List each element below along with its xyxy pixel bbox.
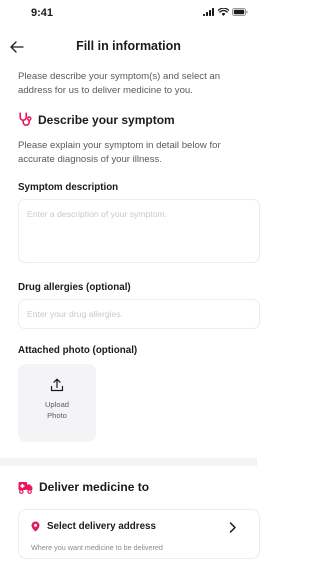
page-title: Fill in information xyxy=(76,39,181,53)
address-row: Select delivery address xyxy=(31,521,156,532)
status-time: 9:41 xyxy=(31,7,54,19)
delivery-section-header: Deliver medicine to xyxy=(18,480,149,494)
wifi-icon xyxy=(218,8,229,16)
symptom-description-label: Symptom description xyxy=(18,182,119,193)
status-bar: 9:41 xyxy=(0,0,257,26)
upload-icon xyxy=(50,378,64,392)
battery-icon xyxy=(232,8,248,16)
header: Fill in information xyxy=(0,34,257,60)
signal-icon xyxy=(203,8,214,16)
select-delivery-address-card[interactable]: Select delivery address Where you want m… xyxy=(18,509,260,559)
attached-photo-label: Attached photo (optional) xyxy=(18,345,138,356)
drug-allergies-input[interactable] xyxy=(18,299,260,329)
upload-photo-button[interactable]: Upload Photo xyxy=(18,364,96,442)
drug-allergies-label: Drug allergies (optional) xyxy=(18,282,131,293)
delivery-truck-icon xyxy=(18,481,33,494)
symptom-section-description: Please explain your symptom in detail be… xyxy=(18,140,221,165)
upload-photo-label: Upload Photo xyxy=(44,400,70,420)
intro-text: Please describe your symptom(s) and sele… xyxy=(18,71,221,96)
address-subtitle: Where you want medicine to be delivered xyxy=(31,543,163,552)
location-pin-icon xyxy=(31,521,40,532)
stethoscope-icon xyxy=(19,112,32,126)
symptom-description-input[interactable] xyxy=(18,199,260,263)
status-icons xyxy=(203,8,248,16)
delivery-section-title: Deliver medicine to xyxy=(39,480,150,494)
section-divider xyxy=(0,458,257,466)
address-title: Select delivery address xyxy=(47,521,156,532)
chevron-right-icon xyxy=(229,522,236,533)
symptom-section-title: Describe your symptom xyxy=(38,112,175,127)
symptom-section-header: Describe your symptom xyxy=(18,112,175,127)
